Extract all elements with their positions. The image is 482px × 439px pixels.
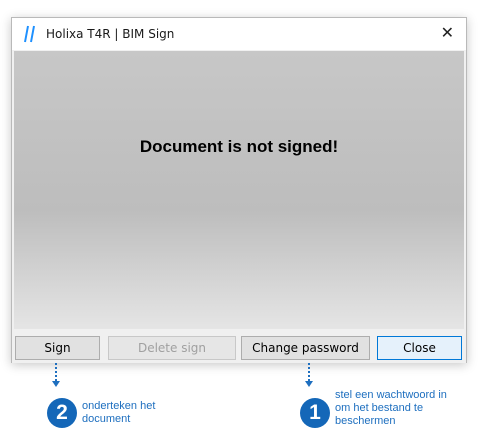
button-bar: Sign Delete sign Change password Close xyxy=(12,329,466,363)
annotation-badge-1: 1 xyxy=(300,398,330,428)
window-title: Holixa T4R | BIM Sign xyxy=(46,27,175,41)
annotation-note-password-line1: stel een wachtwoord in xyxy=(335,389,447,401)
annotation-badge-2: 2 xyxy=(47,398,77,428)
window-close-icon[interactable]: ✕ xyxy=(441,24,454,44)
annotation-note-password-line2: om het bestand te xyxy=(335,402,424,414)
signature-status-text: Document is not signed! xyxy=(139,137,339,156)
annotation-note-password-line3: beschermen xyxy=(335,415,396,427)
change-password-button[interactable]: Change password xyxy=(241,336,370,360)
delete-sign-button[interactable]: Delete sign xyxy=(108,336,236,360)
annotation-arrowhead-password xyxy=(305,381,313,387)
annotation-note-sign: onderteken het document xyxy=(82,400,155,426)
annotation-arrowhead-sign xyxy=(52,381,60,387)
annotation-note-sign-line2: document xyxy=(82,413,131,425)
dialog-window: Holixa T4R | BIM Sign ✕ Document is not … xyxy=(11,17,467,363)
close-button[interactable]: Close xyxy=(377,336,462,360)
annotation-arrow-password xyxy=(308,363,310,381)
signature-status-panel: Document is not signed! xyxy=(14,51,464,341)
annotation-note-sign-line1: onderteken het xyxy=(82,400,156,412)
title-bar: Holixa T4R | BIM Sign ✕ xyxy=(12,18,466,50)
annotation-note-password: stel een wachtwoord in om het bestand te… xyxy=(335,389,447,428)
annotation-arrow-sign xyxy=(55,363,57,381)
sign-button[interactable]: Sign xyxy=(15,336,100,360)
app-logo-icon xyxy=(24,25,35,43)
